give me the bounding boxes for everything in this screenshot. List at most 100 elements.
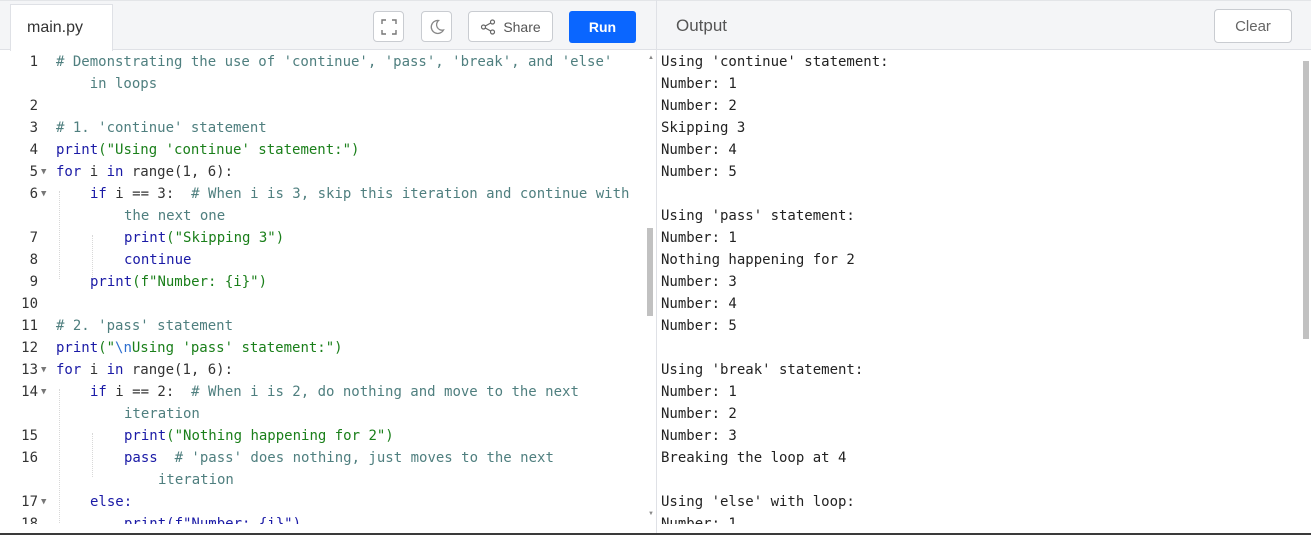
output-title: Output bbox=[676, 16, 728, 35]
output-line: Using 'else' with loop: bbox=[661, 494, 855, 510]
code-line-1: 1 # Demonstrating the use of 'continue',… bbox=[0, 51, 645, 95]
line-number: 10 bbox=[21, 296, 38, 312]
code-text: pass # 'pass' does nothing, just moves t… bbox=[124, 450, 554, 466]
line-number: 3 bbox=[29, 120, 38, 136]
code-line-12: 12 print("\nUsing 'pass' statement:") bbox=[0, 337, 645, 359]
code-text: # Demonstrating the use of 'continue', '… bbox=[56, 54, 613, 70]
output-line: Number: 1 bbox=[661, 516, 737, 524]
output-line: Number: 1 bbox=[661, 384, 737, 400]
clear-button[interactable]: Clear bbox=[1214, 9, 1292, 43]
theme-toggle-button[interactable] bbox=[421, 11, 452, 42]
line-number: 13 bbox=[21, 362, 38, 378]
share-button[interactable]: Share bbox=[468, 11, 553, 42]
share-label: Share bbox=[503, 18, 541, 35]
line-number: 8 bbox=[29, 252, 38, 268]
code-text: else: bbox=[90, 494, 133, 510]
scroll-up-arrow-icon[interactable]: ▲ bbox=[648, 55, 654, 61]
output-scrollbar-thumb[interactable] bbox=[1303, 61, 1309, 339]
output-line: Number: 3 bbox=[661, 428, 737, 444]
line-number: 6 bbox=[29, 186, 38, 202]
line-number: 16 bbox=[21, 450, 38, 466]
code-text: for i in range(1, 6): bbox=[56, 362, 234, 378]
code-text: print(f"Number: {i}") bbox=[90, 274, 268, 290]
code-line-14: 14 ▼ if i == 2: # When i is 2, do nothin… bbox=[0, 381, 645, 425]
code-line-7: 7 print("Skipping 3") bbox=[0, 227, 645, 249]
code-text: print(f"Number: {i}") bbox=[124, 516, 302, 524]
output-line: Skipping 3 bbox=[661, 120, 746, 136]
code-line-11: 11 # 2. 'pass' statement bbox=[0, 315, 645, 337]
code-line-13: 13 ▼ for i in range(1, 6): bbox=[0, 359, 645, 381]
output-line: Number: 5 bbox=[661, 164, 737, 180]
line-number: 17 bbox=[21, 494, 38, 510]
run-button[interactable]: Run bbox=[569, 11, 636, 43]
share-icon bbox=[481, 18, 496, 35]
editor-scrollbar-thumb[interactable] bbox=[647, 228, 653, 316]
output-line: Using 'pass' statement: bbox=[661, 208, 855, 224]
pane-divider[interactable] bbox=[656, 0, 657, 535]
output-line: Number: 4 bbox=[661, 296, 737, 312]
code-editor[interactable]: 1 # Demonstrating the use of 'continue',… bbox=[0, 51, 656, 524]
file-tab-main-py[interactable]: main.py bbox=[10, 4, 113, 51]
line-number: 18 bbox=[21, 516, 38, 524]
output-line: Nothing happening for 2 bbox=[661, 252, 855, 268]
code-text: print("Skipping 3") bbox=[124, 230, 285, 246]
fold-toggle-icon[interactable]: ▼ bbox=[41, 381, 46, 403]
line-number: 15 bbox=[21, 428, 38, 444]
code-line-17: 17 ▼ else: bbox=[0, 491, 645, 513]
code-text: for i in range(1, 6): bbox=[56, 164, 234, 180]
code-line-5: 5 ▼ for i in range(1, 6): bbox=[0, 161, 645, 183]
line-number: 11 bbox=[21, 318, 38, 334]
code-line-9: 9 print(f"Number: {i}") bbox=[0, 271, 645, 293]
code-text: if i == 3: # When i is 3, skip this iter… bbox=[90, 186, 630, 202]
output-line: Using 'break' statement: bbox=[661, 362, 864, 378]
output-console[interactable]: Using 'continue' statement: Number: 1 Nu… bbox=[661, 51, 1296, 524]
code-line-4: 4 print("Using 'continue' statement:") bbox=[0, 139, 645, 161]
clear-label: Clear bbox=[1235, 17, 1271, 35]
fold-toggle-icon[interactable]: ▼ bbox=[41, 359, 46, 381]
code-line-16: 16 pass # 'pass' does nothing, just move… bbox=[0, 447, 645, 491]
code-line-18: 18 print(f"Number: {i}") bbox=[0, 513, 645, 524]
line-number: 2 bbox=[29, 98, 38, 114]
line-number: 7 bbox=[29, 230, 38, 246]
fold-toggle-icon[interactable]: ▼ bbox=[41, 183, 46, 205]
code-text: print("Nothing happening for 2") bbox=[124, 428, 394, 444]
code-text-wrap: iteration bbox=[158, 472, 234, 488]
line-number: 1 bbox=[29, 54, 38, 70]
line-number: 9 bbox=[29, 274, 38, 290]
fold-toggle-icon[interactable]: ▼ bbox=[41, 161, 46, 183]
line-number: 4 bbox=[29, 142, 38, 158]
fold-toggle-icon[interactable]: ▼ bbox=[41, 491, 46, 513]
code-text: print("Using 'continue' statement:") bbox=[56, 142, 360, 158]
line-number: 5 bbox=[29, 164, 38, 180]
output-line: Breaking the loop at 4 bbox=[661, 450, 847, 466]
output-line: Number: 2 bbox=[661, 406, 737, 422]
code-line-6: 6 ▼ if i == 3: # When i is 3, skip this … bbox=[0, 183, 645, 227]
output-scrollbar[interactable] bbox=[1303, 55, 1309, 520]
code-text: print("\nUsing 'pass' statement:") bbox=[56, 340, 343, 356]
code-text-wrap: in loops bbox=[56, 76, 158, 92]
file-tab-label: main.py bbox=[27, 19, 84, 36]
code-line-15: 15 print("Nothing happening for 2") bbox=[0, 425, 645, 447]
output-line: Number: 5 bbox=[661, 318, 737, 334]
moon-icon bbox=[430, 19, 445, 34]
code-text-wrap: iteration bbox=[124, 406, 200, 422]
editor-scrollbar[interactable] bbox=[647, 55, 653, 520]
code-text-wrap: the next one bbox=[124, 208, 226, 224]
scroll-down-arrow-icon[interactable]: ▼ bbox=[648, 511, 654, 517]
output-line: Number: 1 bbox=[661, 76, 737, 92]
fullscreen-icon bbox=[380, 18, 397, 35]
code-text: continue bbox=[124, 252, 192, 268]
code-text: if i == 2: # When i is 2, do nothing and… bbox=[90, 384, 579, 400]
output-line: Using 'continue' statement: bbox=[661, 54, 889, 70]
code-text: # 1. 'continue' statement bbox=[56, 120, 267, 136]
code-text: # 2. 'pass' statement bbox=[56, 318, 234, 334]
code-line-2: 2 bbox=[0, 95, 645, 117]
fullscreen-button[interactable] bbox=[373, 11, 404, 42]
code-line-3: 3 # 1. 'continue' statement bbox=[0, 117, 645, 139]
line-number: 14 bbox=[21, 384, 38, 400]
output-line: Number: 3 bbox=[661, 274, 737, 290]
output-line: Number: 4 bbox=[661, 142, 737, 158]
line-number: 12 bbox=[21, 340, 38, 356]
code-line-10: 10 bbox=[0, 293, 645, 315]
run-label: Run bbox=[588, 19, 617, 35]
